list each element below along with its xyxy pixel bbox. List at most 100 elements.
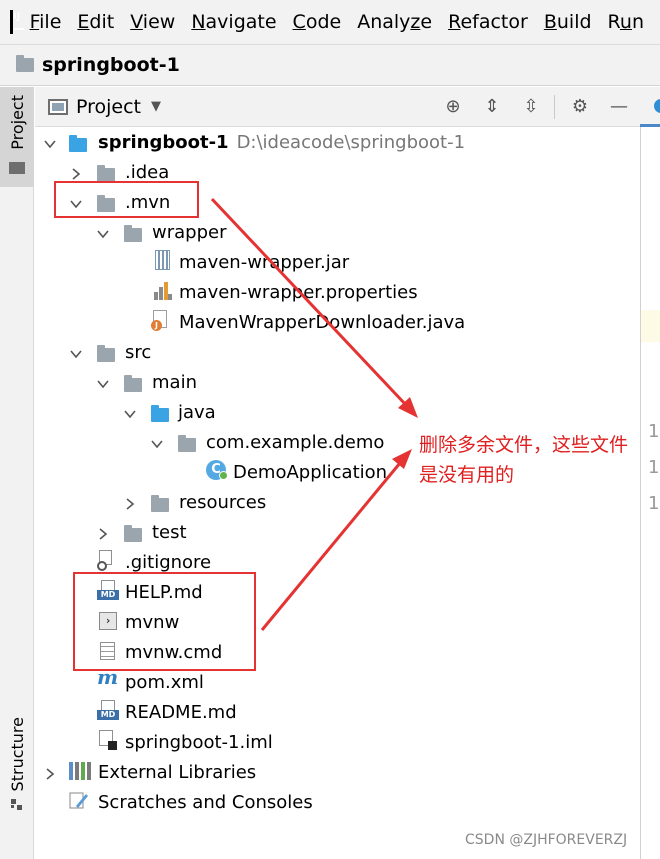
structure-tool-tab[interactable]: Structure	[8, 717, 27, 791]
jar-file-icon	[155, 250, 170, 270]
toolbar-divider	[554, 95, 555, 119]
tree-node-iml[interactable]: springboot-1.iml	[35, 728, 640, 758]
menu-refactor[interactable]: Refactor	[448, 11, 528, 33]
package-icon	[178, 435, 196, 452]
tree-node-maven-wrapper-jar[interactable]: maven-wrapper.jar	[35, 248, 640, 278]
tree-node-scratches[interactable]: Scratches and Consoles	[35, 788, 640, 818]
tree-node-label: java	[178, 402, 216, 423]
tree-node-external-libraries[interactable]: External Libraries	[35, 758, 640, 788]
resources-folder-icon	[151, 495, 169, 512]
tree-node-label: wrapper	[152, 222, 227, 243]
menu-code[interactable]: Code	[293, 11, 342, 33]
menu-analyze[interactable]: Analyze	[357, 11, 432, 33]
current-line-highlight	[641, 310, 660, 342]
chevron-right-icon[interactable]	[123, 496, 137, 510]
module-file-icon	[99, 730, 117, 750]
folder-icon	[124, 375, 142, 392]
menu-run[interactable]: Run	[608, 11, 644, 33]
properties-file-icon	[154, 280, 172, 300]
module-folder-icon	[69, 135, 87, 152]
project-view-selector[interactable]: Project	[76, 96, 141, 118]
tree-node-label: com.example.demo	[206, 432, 385, 453]
hide-panel-icon[interactable]: —	[607, 95, 631, 119]
chevron-down-icon[interactable]	[69, 346, 83, 360]
tree-node-label: resources	[179, 492, 267, 513]
collapse-all-icon[interactable]: ⇳	[519, 95, 543, 119]
project-tool-tab[interactable]: Project	[0, 87, 34, 187]
tree-node-label: MavenWrapperDownloader.java	[179, 312, 466, 333]
menu-file[interactable]: File	[30, 11, 62, 33]
left-tool-strip: Project Structure	[0, 87, 34, 859]
tree-node-label: main	[152, 372, 197, 393]
chevron-down-icon[interactable]	[123, 406, 137, 420]
markdown-file-icon: MD	[97, 700, 119, 720]
source-folder-icon	[151, 405, 169, 422]
annotation-note: 删除多余文件，这些文件是没有用的	[419, 434, 629, 486]
menu-edit[interactable]: Edit	[77, 11, 114, 33]
tree-node-main[interactable]: main	[35, 368, 640, 398]
project-tool-tab-label: Project	[8, 95, 27, 150]
tree-node-label: pom.xml	[125, 672, 204, 693]
line-number: 1	[648, 493, 660, 514]
chevron-right-icon[interactable]	[96, 526, 110, 540]
project-view-icon	[48, 98, 68, 115]
tree-node-label: External Libraries	[98, 762, 257, 783]
menu-bar: File Edit View Navigate Code Analyze Ref…	[0, 0, 660, 44]
chevron-right-icon[interactable]	[43, 766, 57, 780]
project-panel-header: Project ▼ ⊕ ⇕ ⇳ ⚙ —	[35, 87, 640, 127]
tree-node-label: springboot-1 D:\ideacode\springboot-1	[98, 132, 466, 153]
tree-node-label: Scratches and Consoles	[98, 792, 313, 813]
chevron-down-icon[interactable]	[43, 136, 57, 150]
chevron-down-icon[interactable]	[96, 226, 110, 240]
tree-node-wrapper[interactable]: wrapper	[35, 218, 640, 248]
menu-view[interactable]: View	[130, 11, 175, 33]
tree-node-label: DemoApplication	[233, 462, 388, 483]
breadcrumb-project[interactable]: springboot-1	[42, 54, 180, 76]
gitignore-file-icon	[97, 550, 115, 571]
module-path: D:\ideacode\springboot-1	[236, 132, 466, 153]
tree-node-maven-wrapper-downloader[interactable]: J MavenWrapperDownloader.java	[35, 308, 640, 338]
tree-node-label: springboot-1.iml	[125, 732, 273, 753]
highlight-box-files	[73, 572, 256, 671]
folder-icon	[124, 225, 142, 242]
watermark: CSDN @ZJHFOREVERZJ	[465, 832, 628, 848]
locate-icon[interactable]: ⊕	[441, 95, 465, 119]
libraries-icon	[69, 762, 93, 780]
tree-node-src[interactable]: src	[35, 338, 640, 368]
line-number: 1	[648, 457, 660, 478]
tree-node-label: maven-wrapper.jar	[179, 252, 350, 273]
highlight-box-mvn	[54, 181, 199, 218]
tree-node-label: README.md	[125, 702, 237, 723]
tree-node-resources[interactable]: resources	[35, 488, 640, 518]
chevron-down-icon[interactable]	[150, 436, 164, 450]
chevron-down-icon[interactable]	[96, 376, 110, 390]
tree-node-test[interactable]: test	[35, 518, 640, 548]
tree-node-label: test	[152, 522, 187, 543]
expand-all-icon[interactable]: ⇕	[480, 95, 504, 119]
tree-node-java[interactable]: java	[35, 398, 640, 428]
folder-icon	[9, 162, 25, 174]
scratches-icon	[69, 790, 89, 810]
structure-icon	[11, 799, 23, 811]
chevron-right-icon[interactable]	[69, 166, 83, 180]
intellij-logo-icon	[10, 10, 23, 34]
line-number: 1	[648, 421, 660, 442]
chevron-down-icon[interactable]: ▼	[151, 99, 161, 114]
menu-build[interactable]: Build	[544, 11, 592, 33]
spring-boot-class-icon: C	[206, 460, 228, 480]
breadcrumb: springboot-1	[0, 44, 660, 86]
gear-icon[interactable]: ⚙	[568, 95, 592, 119]
java-file-icon: J	[151, 310, 169, 331]
folder-icon	[124, 525, 142, 542]
folder-icon	[97, 345, 115, 362]
menu-navigate[interactable]: Navigate	[191, 11, 276, 33]
tree-node-readme[interactable]: MD README.md	[35, 698, 640, 728]
tree-node-root[interactable]: springboot-1 D:\ideacode\springboot-1	[35, 128, 640, 158]
tree-node-label: src	[125, 342, 152, 363]
project-folder-icon	[16, 55, 34, 72]
editor-tab[interactable]	[640, 87, 660, 127]
folder-icon	[97, 165, 115, 182]
tree-node-pom[interactable]: m pom.xml	[35, 665, 640, 698]
tree-node-maven-wrapper-properties[interactable]: maven-wrapper.properties	[35, 278, 640, 308]
tree-node-label: maven-wrapper.properties	[179, 282, 418, 303]
